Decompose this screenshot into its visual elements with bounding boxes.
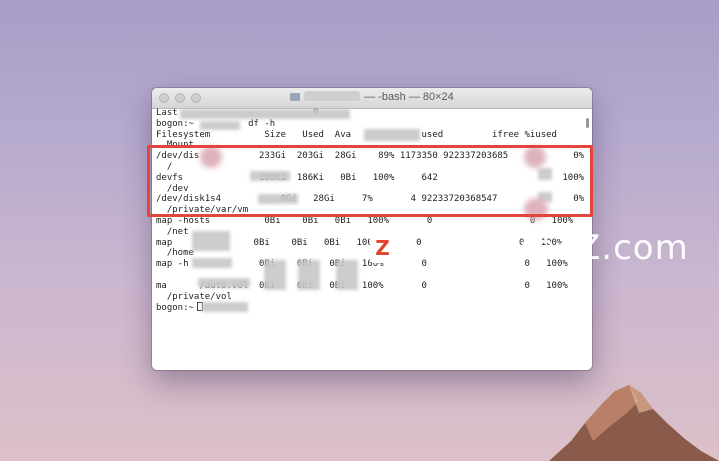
window-title-text: — -bash — 80×24 [364, 91, 454, 103]
redacted-region [198, 278, 250, 288]
redacted-username [304, 91, 361, 101]
redacted-region [180, 109, 350, 119]
window-title: — -bash — 80×24 [152, 91, 592, 103]
redacted-region [364, 129, 420, 141]
terminal-line: /private/vol [156, 291, 232, 302]
redacted-region [200, 121, 240, 130]
watermark-text: www.MacZ.com [410, 228, 689, 268]
window-titlebar[interactable]: — -bash — 80×24 [152, 88, 592, 109]
redacted-region [264, 260, 286, 290]
redacted-region [298, 260, 320, 290]
desert-rock-image [549, 385, 719, 461]
df-output-highlight-box [147, 145, 593, 217]
terminal-line: map -hosts 0Bi 0Bi 0Bi 100% 0 0 100% [156, 215, 574, 226]
redacted-region [336, 260, 358, 290]
redacted-region [192, 258, 232, 268]
scrollbar-thumb[interactable] [586, 118, 589, 128]
redacted-region [192, 231, 230, 251]
redacted-region [202, 302, 248, 312]
home-folder-icon [290, 93, 301, 101]
site-watermark: Z www.MacZ.com [370, 228, 689, 268]
macz-logo-icon: Z [370, 233, 396, 263]
prompt-text: bogon:~ [156, 303, 194, 314]
